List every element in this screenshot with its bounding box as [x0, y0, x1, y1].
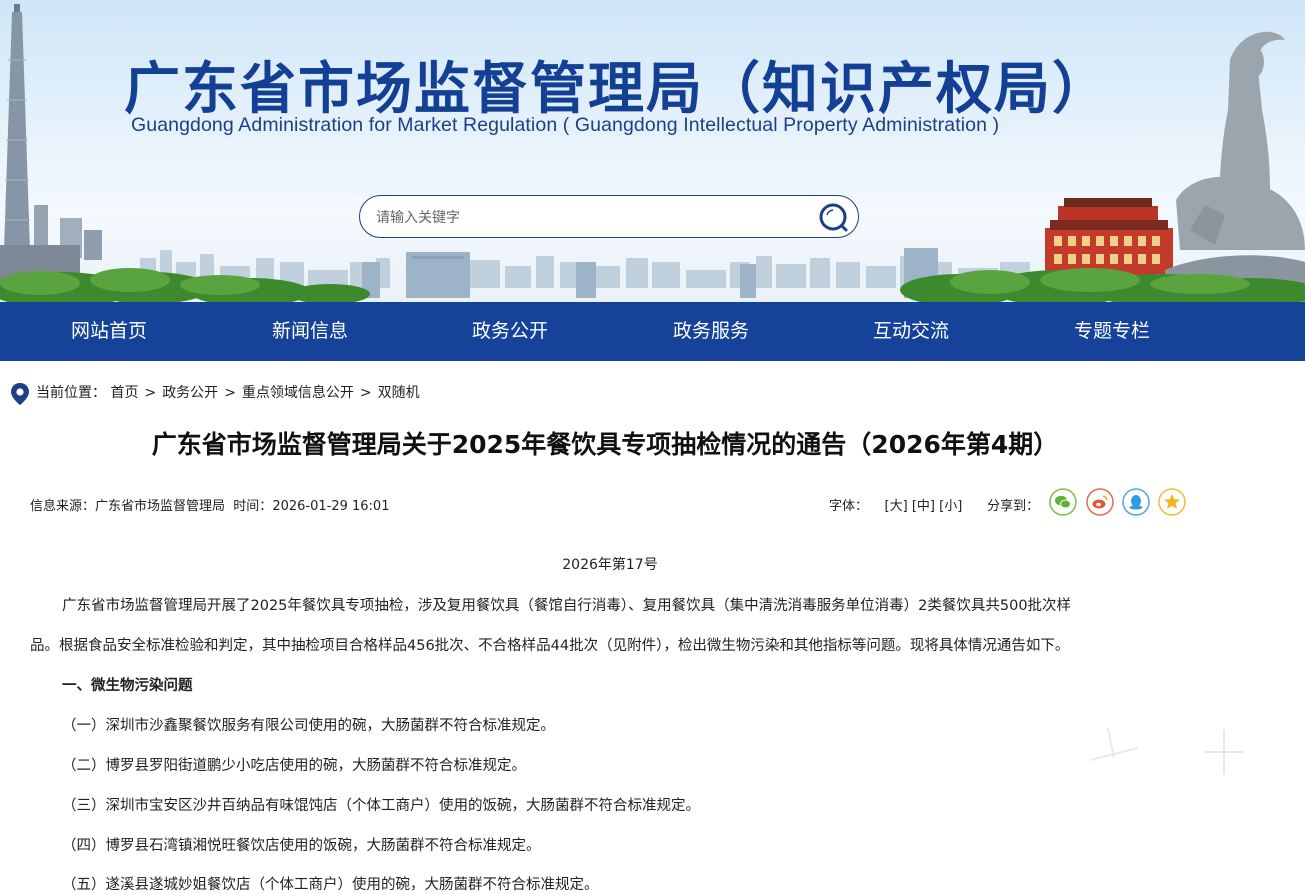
breadcrumb-item-government-affairs[interactable]: 政务公开 [162, 385, 218, 401]
share-qzone-button[interactable] [1158, 488, 1186, 516]
issue-number: 2026年第17号 [562, 557, 658, 573]
search-input[interactable] [374, 205, 798, 231]
list-item: （五）遂溪县遂城妙姐餐饮店（个体工商户）使用的碗，大肠菌群不符合标准规定。 [62, 877, 599, 893]
time-label: 时间： [233, 499, 273, 514]
font-size-label: 字体： [829, 499, 869, 514]
share-weibo-button[interactable] [1086, 488, 1114, 516]
nav-item-interaction[interactable]: 互动交流 [811, 302, 1011, 361]
breadcrumb-label: 当前位置： [36, 385, 106, 401]
paragraph-line-1: 广东省市场监督管理局开展了2025年餐饮具专项抽检，涉及复用餐饮具（餐馆自行消毒… [62, 598, 1072, 614]
weibo-icon [1086, 488, 1114, 516]
main-nav: 网站首页 新闻信息 政务公开 政务服务 互动交流 专题专栏 [0, 302, 1305, 361]
share-label: 分享到： [987, 499, 1040, 514]
breadcrumb-separator: > [144, 385, 157, 401]
font-size-small-button[interactable]: [小] [939, 499, 962, 514]
site-title-en: Guangdong Administration for Market Regu… [131, 114, 1000, 136]
list-item: （一）深圳市沙鑫聚餐饮服务有限公司使用的碗，大肠菌群不符合标准规定。 [62, 718, 555, 734]
article-tools: 字体： [大] [中] [小] 分享到： [829, 495, 1039, 514]
site-banner: 广东省市场监督管理局（知识产权局） Guangdong Administrati… [0, 0, 1305, 302]
time-value: 2026-01-29 16:01 [272, 499, 390, 514]
breadcrumb-item-home[interactable]: 首页 [110, 385, 138, 401]
wechat-icon [1049, 488, 1077, 516]
paragraph-line-2: 品。根据食品安全标准检验和判定，其中抽检项目合格样品456批次、不合格样品44批… [30, 638, 1070, 654]
list-item: （三）深圳市宝安区沙井百纳品有味馄饨店（个体工商户）使用的饭碗，大肠菌群不符合标… [62, 798, 700, 814]
breadcrumb-item-key-areas[interactable]: 重点领域信息公开 [242, 385, 354, 401]
search-button[interactable] [818, 202, 850, 234]
qq-icon [1122, 488, 1150, 516]
nav-item-government-affairs[interactable]: 政务公开 [410, 302, 610, 361]
source-label: 信息来源： [30, 499, 96, 514]
font-size-medium-button[interactable]: [中] [912, 499, 935, 514]
breadcrumb-separator: > [359, 385, 372, 401]
share-wechat-button[interactable] [1049, 488, 1077, 516]
qzone-icon [1158, 488, 1186, 516]
font-size-large-button[interactable]: [大] [885, 499, 908, 514]
article-title: 广东省市场监督管理局关于2025年餐饮具专项抽检情况的通告（2026年第4期） [151, 430, 1059, 459]
section-heading: 一、微生物污染问题 [62, 678, 193, 694]
nanfang-plus-watermark [1085, 723, 1248, 828]
nav-item-news[interactable]: 新闻信息 [210, 302, 410, 361]
breadcrumb-item-double-random[interactable]: 双随机 [378, 385, 420, 401]
article-meta: 信息来源：广东省市场监督管理局 时间：2026-01-29 16:01 [30, 495, 389, 514]
search-icon [819, 203, 848, 232]
location-pin-icon [11, 383, 29, 405]
list-item: （四）博罗县石湾镇湘悦旺餐饮店使用的饭碗，大肠菌群不符合标准规定。 [62, 838, 541, 854]
source-value: 广东省市场监督管理局 [95, 499, 226, 514]
nav-item-services[interactable]: 政务服务 [611, 302, 811, 361]
list-item: （二）博罗县罗阳街道鹏少小吃店使用的碗，大肠菌群不符合标准规定。 [62, 758, 526, 774]
nav-item-home[interactable]: 网站首页 [9, 302, 209, 361]
search-box [359, 195, 859, 238]
breadcrumb-separator: > [224, 385, 236, 401]
nav-item-special-topics[interactable]: 专题专栏 [1012, 302, 1212, 361]
share-qq-button[interactable] [1122, 488, 1150, 516]
site-title-cn: 广东省市场监督管理局（知识产权局） [124, 57, 1110, 122]
